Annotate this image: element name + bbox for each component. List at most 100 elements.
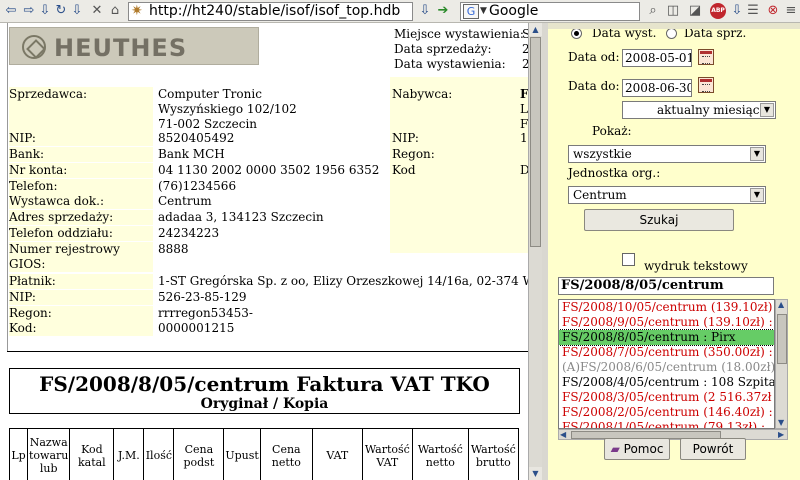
list-vertical-scrollbar[interactable]: ▲ ▼ xyxy=(775,299,788,429)
radio-issue-date[interactable] xyxy=(571,28,582,39)
scroll-up-icon[interactable]: ▲ xyxy=(529,23,542,36)
col-vat: VAT xyxy=(311,428,363,480)
buyer-code: D xyxy=(520,163,528,177)
buyer-nip-label: NIP: xyxy=(392,131,518,146)
menu-icon[interactable]: ≡ xyxy=(782,2,800,20)
seller-label: Sprzedawca: xyxy=(9,87,153,132)
col-lp: Lp xyxy=(9,428,28,480)
date-from-input[interactable]: 2008-05-01 xyxy=(622,49,692,67)
prev-page-icon[interactable]: ◫ xyxy=(664,2,682,20)
list-item[interactable]: FS/2008/1/05/centrum (79.13zł) : xyxy=(559,420,774,428)
invoice-frame: HEUTHES Miejsce wystawienia: S Data sprz… xyxy=(0,23,528,480)
list-item[interactable]: FS/2008/10/05/centrum (139.10zł) : xyxy=(559,300,774,315)
invoice-title: FS/2008/8/05/centrum Faktura VAT TKO xyxy=(39,372,490,396)
scroll-thumb[interactable] xyxy=(530,37,541,247)
next-page-icon[interactable]: ◪ xyxy=(686,2,704,20)
list-item[interactable]: (A)FS/2008/6/05/centrum (18.00zł) xyxy=(559,360,774,375)
seller-name: Computer Tronic xyxy=(158,87,262,101)
search-button[interactable]: Szukaj xyxy=(584,209,734,231)
search-engine-icon[interactable]: G xyxy=(463,4,479,19)
list-scroll-left-icon[interactable]: ◀ xyxy=(560,430,566,439)
list-item[interactable]: FS/2008/9/05/centrum (139.10zł) : xyxy=(559,315,774,330)
radio-sale-date[interactable] xyxy=(666,28,677,39)
url-dropdown-icon[interactable]: ⇩ xyxy=(416,2,434,20)
options-icon[interactable]: ☰ xyxy=(744,2,762,20)
payer-nip: 526-23-85-129 xyxy=(158,290,247,304)
org-label: Jednostka org.: xyxy=(568,166,661,180)
sale-date-label: Data sprzedaży: xyxy=(394,42,492,56)
seller-account: 04 1130 2002 0000 3502 1956 6352 xyxy=(158,163,380,177)
url-bar[interactable]: ✷ http://ht240/stable/isof/isof_top.hdb xyxy=(128,2,413,21)
date-to-input[interactable]: 2008-06-30 xyxy=(622,79,692,97)
chevron-down-icon: ▼ xyxy=(760,103,774,117)
search-go-icon[interactable]: ⌕ xyxy=(644,2,662,20)
list-scroll-down-icon[interactable]: ▼ xyxy=(778,418,784,427)
scroll-down-icon[interactable]: ▼ xyxy=(529,467,542,480)
book-icon: ▰ xyxy=(610,442,620,456)
seller-nip: 8520405492 xyxy=(158,131,235,145)
col-vat-value: Wartość VAT xyxy=(361,428,413,480)
stop-icon[interactable]: ✕ xyxy=(88,2,106,20)
calendar-to-icon[interactable] xyxy=(698,77,714,93)
invoice-subtitle: Oryginał / Kopia xyxy=(200,396,329,412)
org-select[interactable]: Centrum ▼ xyxy=(568,186,766,204)
home-icon[interactable]: ⌂ xyxy=(106,2,124,20)
adblock-icon[interactable]: ABP xyxy=(710,3,726,19)
org-select-value: Centrum xyxy=(573,188,627,202)
calendar-from-icon[interactable] xyxy=(698,49,714,65)
payer-nip-label: NIP: xyxy=(9,290,153,305)
list-horizontal-scrollbar[interactable]: ◀ ▶ xyxy=(558,429,788,440)
seller-sale-address-label: Adres sprzedaży: xyxy=(9,210,153,225)
text-print-checkbox[interactable] xyxy=(622,253,635,266)
show-select[interactable]: wszystkie ▼ xyxy=(568,145,766,163)
seller-bank: Bank MCH xyxy=(158,147,225,161)
date-to-label: Data do: xyxy=(568,79,620,93)
items-table: Lp Nazwa towaru lub Kod katal J.M. Ilość… xyxy=(9,428,519,480)
logo-emblem-icon xyxy=(22,35,46,59)
url-text: http://ht240/stable/isof/isof_top.hdb xyxy=(149,3,401,19)
document-list[interactable]: FS/2008/10/05/centrum (139.10zł) : FS/200… xyxy=(558,299,775,429)
section-divider xyxy=(7,351,528,352)
search-side-panel: Data wyst. Data sprz. Data od: 2008-05-0… xyxy=(548,23,800,480)
search-engine-dropdown-icon[interactable]: ▼ xyxy=(480,3,487,20)
list-scroll-up-icon[interactable]: ▲ xyxy=(778,300,784,309)
close-icon[interactable]: ⊗ xyxy=(764,2,782,20)
search-bar[interactable]: G ▼ Google xyxy=(460,2,640,21)
list-item[interactable]: FS/2008/8/05/centrum : Pirx xyxy=(559,329,774,346)
search-engine-label: Google xyxy=(489,3,539,19)
show-select-value: wszystkie xyxy=(573,147,632,161)
back-button[interactable]: Powrót xyxy=(680,438,746,460)
invoice-header: Miejsce wystawienia: S Data sprzedaży: 2… xyxy=(388,25,528,71)
seller-nip-label: NIP: xyxy=(9,131,153,146)
list-item[interactable]: FS/2008/3/05/centrum (2 516.37zł xyxy=(559,390,774,405)
back-icon[interactable]: ⇦ xyxy=(2,2,20,20)
main-vertical-scrollbar[interactable]: ▲ ▼ xyxy=(528,23,542,480)
list-item[interactable]: FS/2008/7/05/centrum (350.00zł) : xyxy=(559,345,774,360)
payer-value: 1-ST Gregórska Sp. z oo, Elizy Orzeszkow… xyxy=(158,274,528,288)
list-scroll-right-icon[interactable]: ▶ xyxy=(778,430,784,439)
col-discount: Upust xyxy=(223,428,261,480)
payer-code-label: Kod: xyxy=(9,321,153,336)
seller-sale-address: adadaa 3, 134123 Szczecin xyxy=(158,210,324,224)
buyer-regon-label: Regon: xyxy=(392,147,518,162)
period-select[interactable]: aktualny miesiąc ▼ xyxy=(622,101,776,119)
seller-street: Wyszyńskiego 102/102 xyxy=(158,102,297,116)
seller-gios-label: Numer rejestrowy GIOS: xyxy=(9,242,153,272)
forward-history-icon[interactable]: ⇩ xyxy=(68,2,86,20)
chevron-down-icon: ▼ xyxy=(750,188,764,202)
list-item[interactable]: FS/2008/4/05/centrum : 108 Szpita xyxy=(559,375,774,390)
buyer-line3: F xyxy=(520,117,528,131)
seller-branch-phone-label: Telefon oddziału: xyxy=(9,226,153,241)
list-scroll-thumb[interactable] xyxy=(777,314,787,364)
payer-label: Płatnik: xyxy=(9,274,153,289)
company-logo: HEUTHES xyxy=(9,27,259,65)
issue-date-label: Data wystawienia: xyxy=(394,57,506,71)
go-icon[interactable]: ➔ xyxy=(434,2,452,20)
seller-issuer: Centrum xyxy=(158,194,212,208)
help-button[interactable]: ▰ Pomoc xyxy=(604,438,670,460)
current-document-field[interactable]: FS/2008/8/05/centrum xyxy=(558,277,774,295)
period-select-value: aktualny miesiąc xyxy=(657,103,760,117)
show-label: Pokaż: xyxy=(592,124,632,138)
buyer-line2: L xyxy=(520,102,528,116)
list-item[interactable]: FS/2008/2/05/centrum (146.40zł) : xyxy=(559,405,774,420)
